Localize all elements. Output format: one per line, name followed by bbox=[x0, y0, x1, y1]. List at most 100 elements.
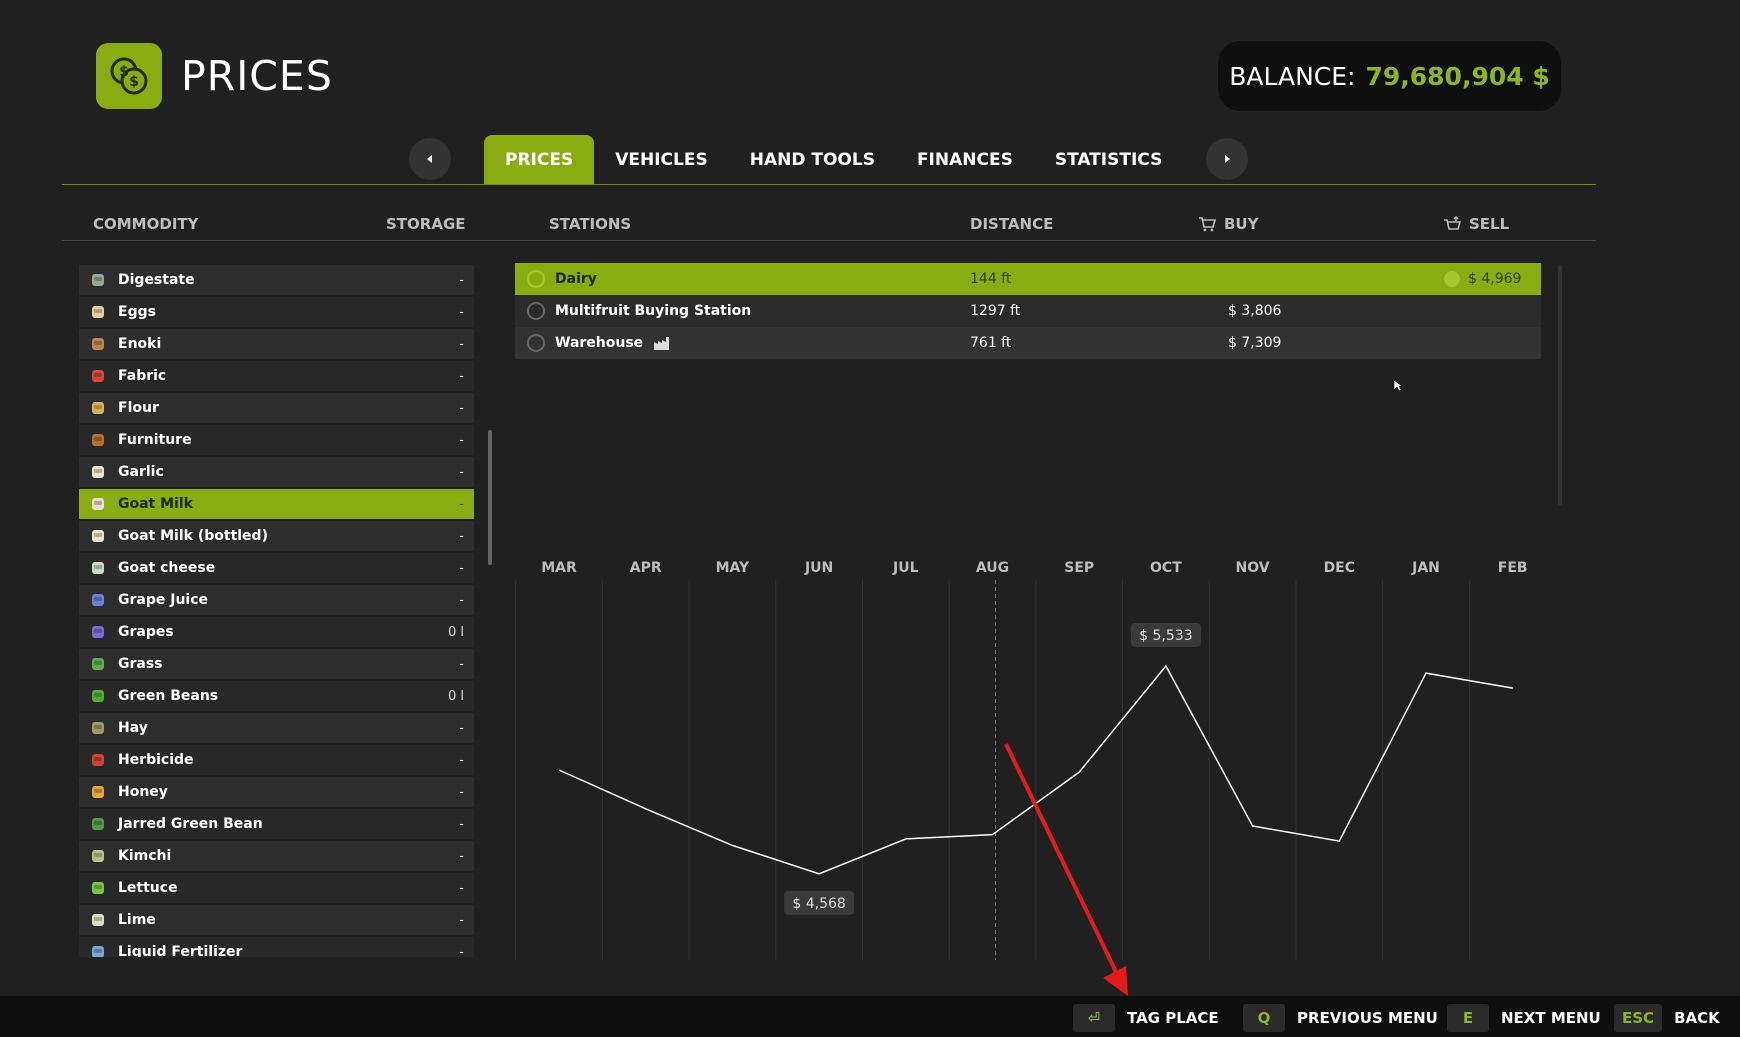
commodity-row[interactable]: Jarred Green Bean - bbox=[79, 809, 474, 839]
commodity-row[interactable]: Goat cheese - bbox=[79, 553, 474, 583]
commodity-name: Grass bbox=[118, 656, 163, 672]
commodity-name: Furniture bbox=[118, 432, 192, 448]
commodity-row[interactable]: Enoki - bbox=[79, 329, 474, 359]
goat-milk-icon bbox=[88, 495, 108, 513]
next-tab-button[interactable] bbox=[1206, 138, 1248, 180]
commodity-storage: - bbox=[459, 944, 464, 958]
commodity-name: Grape Juice bbox=[118, 592, 209, 608]
station-row[interactable]: Multifruit Buying Station 1297 ft $ 3,806 bbox=[515, 295, 1541, 327]
furniture-icon bbox=[88, 431, 108, 449]
commodity-storage: - bbox=[459, 784, 464, 800]
commodity-row[interactable]: Grapes 0 l bbox=[79, 617, 474, 647]
bottled-goat-milk-icon bbox=[88, 527, 108, 545]
enoki-icon bbox=[88, 335, 108, 353]
sell-column-header[interactable]: SELL bbox=[1443, 215, 1509, 233]
sell-cart-icon bbox=[1444, 216, 1461, 230]
green-beans-icon bbox=[88, 687, 108, 705]
commodity-row[interactable]: Lettuce - bbox=[79, 873, 474, 903]
commodity-name: Herbicide bbox=[118, 752, 194, 768]
commodity-row[interactable]: Goat Milk (bottled) - bbox=[79, 521, 474, 551]
commodity-row[interactable]: Fabric - bbox=[79, 361, 474, 391]
commodity-row[interactable]: Grass - bbox=[79, 649, 474, 679]
commodity-row[interactable]: Flour - bbox=[79, 393, 474, 423]
commodity-row[interactable]: Eggs - bbox=[79, 297, 474, 327]
grass-icon bbox=[88, 655, 108, 673]
tab-prices[interactable]: PRICES bbox=[484, 135, 595, 185]
station-name-cell: Dairy bbox=[555, 271, 597, 287]
commodity-row[interactable]: Lime - bbox=[79, 905, 474, 935]
previous-tab-button[interactable] bbox=[409, 138, 451, 180]
commodity-name: Eggs bbox=[118, 304, 156, 320]
svg-text:$: $ bbox=[119, 64, 129, 80]
commodity-name: Garlic bbox=[118, 464, 164, 480]
commodity-storage: - bbox=[459, 368, 464, 384]
tab-vehicles[interactable]: VEHICLES bbox=[594, 135, 729, 185]
balance-label: BALANCE: bbox=[1229, 61, 1356, 91]
commodity-row[interactable]: Honey - bbox=[79, 777, 474, 807]
commodity-storage: 0 l bbox=[447, 624, 464, 640]
commodity-storage: - bbox=[459, 528, 464, 544]
commodity-row[interactable]: Herbicide - bbox=[79, 745, 474, 775]
commodity-row[interactable]: Kimchi - bbox=[79, 841, 474, 871]
commodity-name: Grapes bbox=[118, 624, 174, 640]
tab-hand-tools[interactable]: HAND TOOLS bbox=[729, 135, 896, 185]
honey-icon bbox=[88, 783, 108, 801]
commodity-scroll-thumb[interactable] bbox=[488, 430, 492, 565]
commodity-scrollbar[interactable] bbox=[488, 265, 492, 957]
commodity-row[interactable]: Grape Juice - bbox=[79, 585, 474, 615]
commodity-storage: - bbox=[459, 816, 464, 832]
goat-cheese-icon bbox=[88, 559, 108, 577]
commodity-row[interactable]: Goat Milk - bbox=[79, 489, 474, 519]
e-key: E bbox=[1447, 1004, 1489, 1032]
commodity-name: Goat Milk (bottled) bbox=[118, 528, 268, 544]
commodity-row[interactable]: Hay - bbox=[79, 713, 474, 743]
commodity-name: Green Beans bbox=[118, 688, 219, 704]
price-tag-label: $ 4,568 bbox=[792, 896, 845, 912]
distance-column-header[interactable]: DISTANCE bbox=[970, 215, 1053, 233]
tag-place-hint[interactable]: ⏎ TAG PLACE bbox=[1073, 1003, 1219, 1033]
header-divider bbox=[62, 240, 1596, 241]
station-list: Dairy 144 ft $ 4,969 Multifruit Buying Stat… bbox=[515, 263, 1541, 359]
station-row[interactable]: Warehouse 761 ft $ 7,309 bbox=[515, 327, 1541, 359]
commodity-row[interactable]: Garlic - bbox=[79, 457, 474, 487]
station-row[interactable]: Dairy 144 ft $ 4,969 bbox=[515, 263, 1541, 295]
month-label: OCT bbox=[1150, 560, 1182, 576]
commodity-name: Lime bbox=[118, 912, 156, 928]
tag-place-icon[interactable] bbox=[527, 302, 545, 320]
sell-arrow-icon bbox=[1444, 271, 1460, 287]
tag-place-icon[interactable] bbox=[527, 270, 545, 288]
buy-column-header[interactable]: BUY bbox=[1198, 215, 1258, 233]
stations-column-header[interactable]: STATIONS bbox=[549, 215, 631, 233]
buy-cart-icon bbox=[1199, 217, 1216, 232]
tab-finances[interactable]: FINANCES bbox=[896, 135, 1034, 185]
factory-icon bbox=[654, 337, 670, 350]
commodity-row[interactable]: Liquid Fertilizer - bbox=[79, 937, 474, 957]
back-hint[interactable]: ESC BACK bbox=[1614, 1003, 1720, 1033]
month-label: NOV bbox=[1236, 560, 1270, 576]
commodity-row[interactable]: Furniture - bbox=[79, 425, 474, 455]
sell-column-label: SELL bbox=[1469, 215, 1510, 233]
commodity-name: Liquid Fertilizer bbox=[118, 944, 243, 957]
station-scrollbar[interactable] bbox=[1558, 265, 1562, 505]
commodity-row[interactable]: Digestate - bbox=[79, 265, 474, 295]
tag-place-icon[interactable] bbox=[527, 334, 545, 352]
month-label: DEC bbox=[1324, 560, 1355, 576]
jarred-green-bean-icon bbox=[88, 815, 108, 833]
previous-menu-hint[interactable]: Q PREVIOUS MENU bbox=[1243, 1003, 1438, 1033]
commodity-row[interactable]: Green Beans 0 l bbox=[79, 681, 474, 711]
commodity-name: Fabric bbox=[118, 368, 167, 384]
commodity-list: Digestate - Eggs - Enoki - Fabric - Flour - Furnit… bbox=[79, 265, 474, 957]
previous-menu-label: PREVIOUS MENU bbox=[1297, 1009, 1438, 1027]
tab-statistics[interactable]: STATISTICS bbox=[1034, 135, 1183, 185]
station-distance: 761 ft bbox=[970, 335, 1012, 351]
fabric-icon bbox=[88, 367, 108, 385]
price-history-chart: MAR APR MAY JUN JUL AUG SEP OCT NOV DEC JAN FEB $ 5,… bbox=[515, 560, 1528, 960]
month-label: JUL bbox=[892, 560, 919, 576]
balance-value: 79,680,904 $ bbox=[1365, 61, 1550, 91]
commodity-column-header[interactable]: COMMODITY bbox=[93, 215, 199, 233]
next-menu-hint[interactable]: E NEXT MENU bbox=[1447, 1003, 1601, 1033]
arrow-left-icon bbox=[427, 155, 432, 163]
month-label: AUG bbox=[976, 560, 1009, 576]
arrow-right-icon bbox=[1225, 155, 1230, 163]
storage-column-header[interactable]: STORAGE bbox=[386, 215, 466, 233]
